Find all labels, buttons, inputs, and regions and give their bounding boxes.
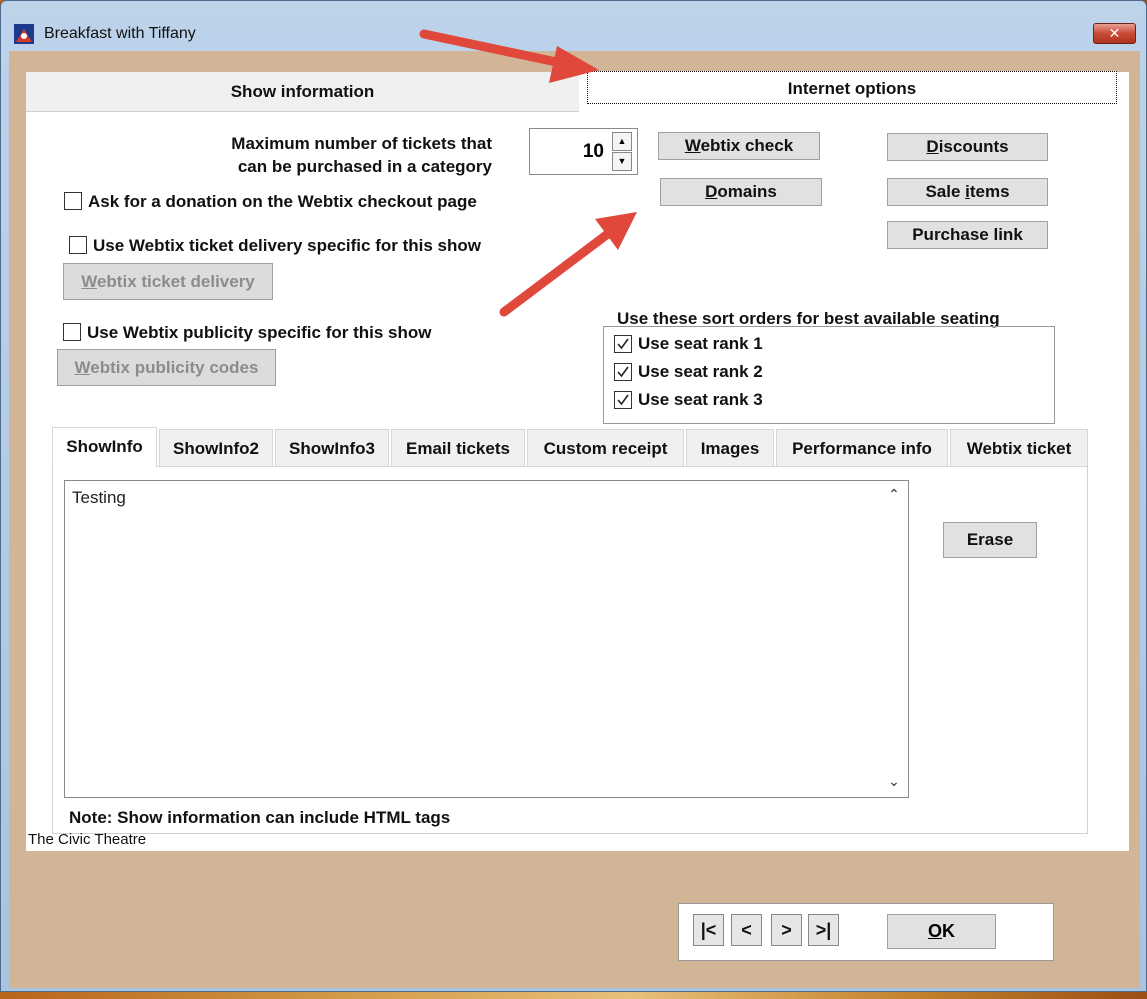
app-window: Breakfast with Tiffany ✕ Maximum number … bbox=[0, 0, 1147, 992]
seat-rank-2-label: Use seat rank 2 bbox=[638, 362, 763, 381]
publicity-checkbox[interactable] bbox=[63, 323, 81, 341]
tab-showinfo3[interactable]: ShowInfo3 bbox=[275, 429, 389, 467]
tab-email-tickets[interactable]: Email tickets bbox=[391, 429, 525, 467]
checkmark-icon bbox=[617, 338, 629, 350]
publicity-label: Use Webtix publicity specific for this s… bbox=[87, 323, 432, 342]
tab-custom-receipt[interactable]: Custom receipt bbox=[527, 429, 684, 467]
tab-performance-info[interactable]: Performance info bbox=[776, 429, 948, 467]
spin-down-icon[interactable]: ▼ bbox=[612, 152, 632, 171]
checkmark-icon bbox=[617, 366, 629, 378]
spin-up-icon[interactable]: ▲ bbox=[612, 132, 632, 151]
seat-rank-2-checkbox[interactable] bbox=[614, 363, 632, 381]
tab-images[interactable]: Images bbox=[686, 429, 774, 467]
scroll-down-icon[interactable]: ⌄ bbox=[883, 773, 905, 793]
donation-checkbox[interactable] bbox=[64, 192, 82, 210]
checkmark-icon bbox=[617, 394, 629, 406]
nav-last-button[interactable]: >| bbox=[808, 914, 839, 946]
domains-button[interactable]: Domains bbox=[660, 178, 822, 206]
seat-rank-group: Use seat rank 1 Use seat rank 2 Use seat… bbox=[603, 326, 1055, 424]
webtix-ticket-delivery-button[interactable]: Webtix ticket delivery bbox=[63, 263, 273, 300]
tab-showinfo2[interactable]: ShowInfo2 bbox=[159, 429, 273, 467]
close-icon: ✕ bbox=[1108, 25, 1121, 41]
nav-next-button[interactable]: > bbox=[771, 914, 802, 946]
theatre-logo-icon bbox=[14, 24, 34, 44]
max-tickets-stepper[interactable]: 10 ▲ ▼ bbox=[529, 128, 638, 175]
seat-rank-1-label: Use seat rank 1 bbox=[638, 334, 763, 353]
webtix-check-button[interactable]: Webtix check bbox=[658, 132, 820, 160]
ok-button[interactable]: OK bbox=[887, 914, 996, 949]
discounts-button[interactable]: Discounts bbox=[887, 133, 1048, 161]
ticket-delivery-label: Use Webtix ticket delivery specific for … bbox=[93, 236, 481, 255]
tab-internet-options[interactable]: Internet options bbox=[587, 71, 1117, 104]
max-tickets-value: 10 bbox=[582, 141, 604, 162]
scroll-up-icon[interactable]: ⌃ bbox=[883, 486, 905, 506]
seat-rank-3-checkbox[interactable] bbox=[614, 391, 632, 409]
tab-show-information[interactable]: Show information bbox=[26, 72, 579, 112]
html-note: Note: Show information can include HTML … bbox=[69, 808, 451, 827]
purchase-link-button[interactable]: Purchase link bbox=[887, 221, 1048, 249]
erase-button[interactable]: Erase bbox=[943, 522, 1037, 558]
title-bar: Breakfast with Tiffany ✕ bbox=[1, 1, 1146, 47]
seat-rank-1-checkbox[interactable] bbox=[614, 335, 632, 353]
nav-first-button[interactable]: |< bbox=[693, 914, 724, 946]
nav-prev-button[interactable]: < bbox=[731, 914, 762, 946]
tab-webtix-ticket[interactable]: Webtix ticket bbox=[950, 429, 1088, 467]
ticket-delivery-checkbox[interactable] bbox=[69, 236, 87, 254]
dialog-body: Maximum number of tickets that can be pu… bbox=[9, 51, 1140, 988]
show-info-text: Testing bbox=[72, 488, 126, 507]
donation-label: Ask for a donation on the Webtix checkou… bbox=[88, 192, 477, 211]
theatre-name-label: The Civic Theatre bbox=[28, 831, 147, 848]
tab-showinfo[interactable]: ShowInfo bbox=[52, 427, 157, 467]
window-title: Breakfast with Tiffany bbox=[44, 25, 196, 42]
sale-items-button[interactable]: Sale items bbox=[887, 178, 1048, 206]
webtix-publicity-codes-button[interactable]: Webtix publicity codes bbox=[57, 349, 276, 386]
show-info-textarea[interactable]: Testing ⌃ ⌄ bbox=[64, 480, 909, 798]
max-tickets-label: Maximum number of tickets that can be pu… bbox=[231, 134, 492, 176]
seat-rank-3-label: Use seat rank 3 bbox=[638, 390, 763, 409]
close-button[interactable]: ✕ bbox=[1093, 23, 1136, 44]
